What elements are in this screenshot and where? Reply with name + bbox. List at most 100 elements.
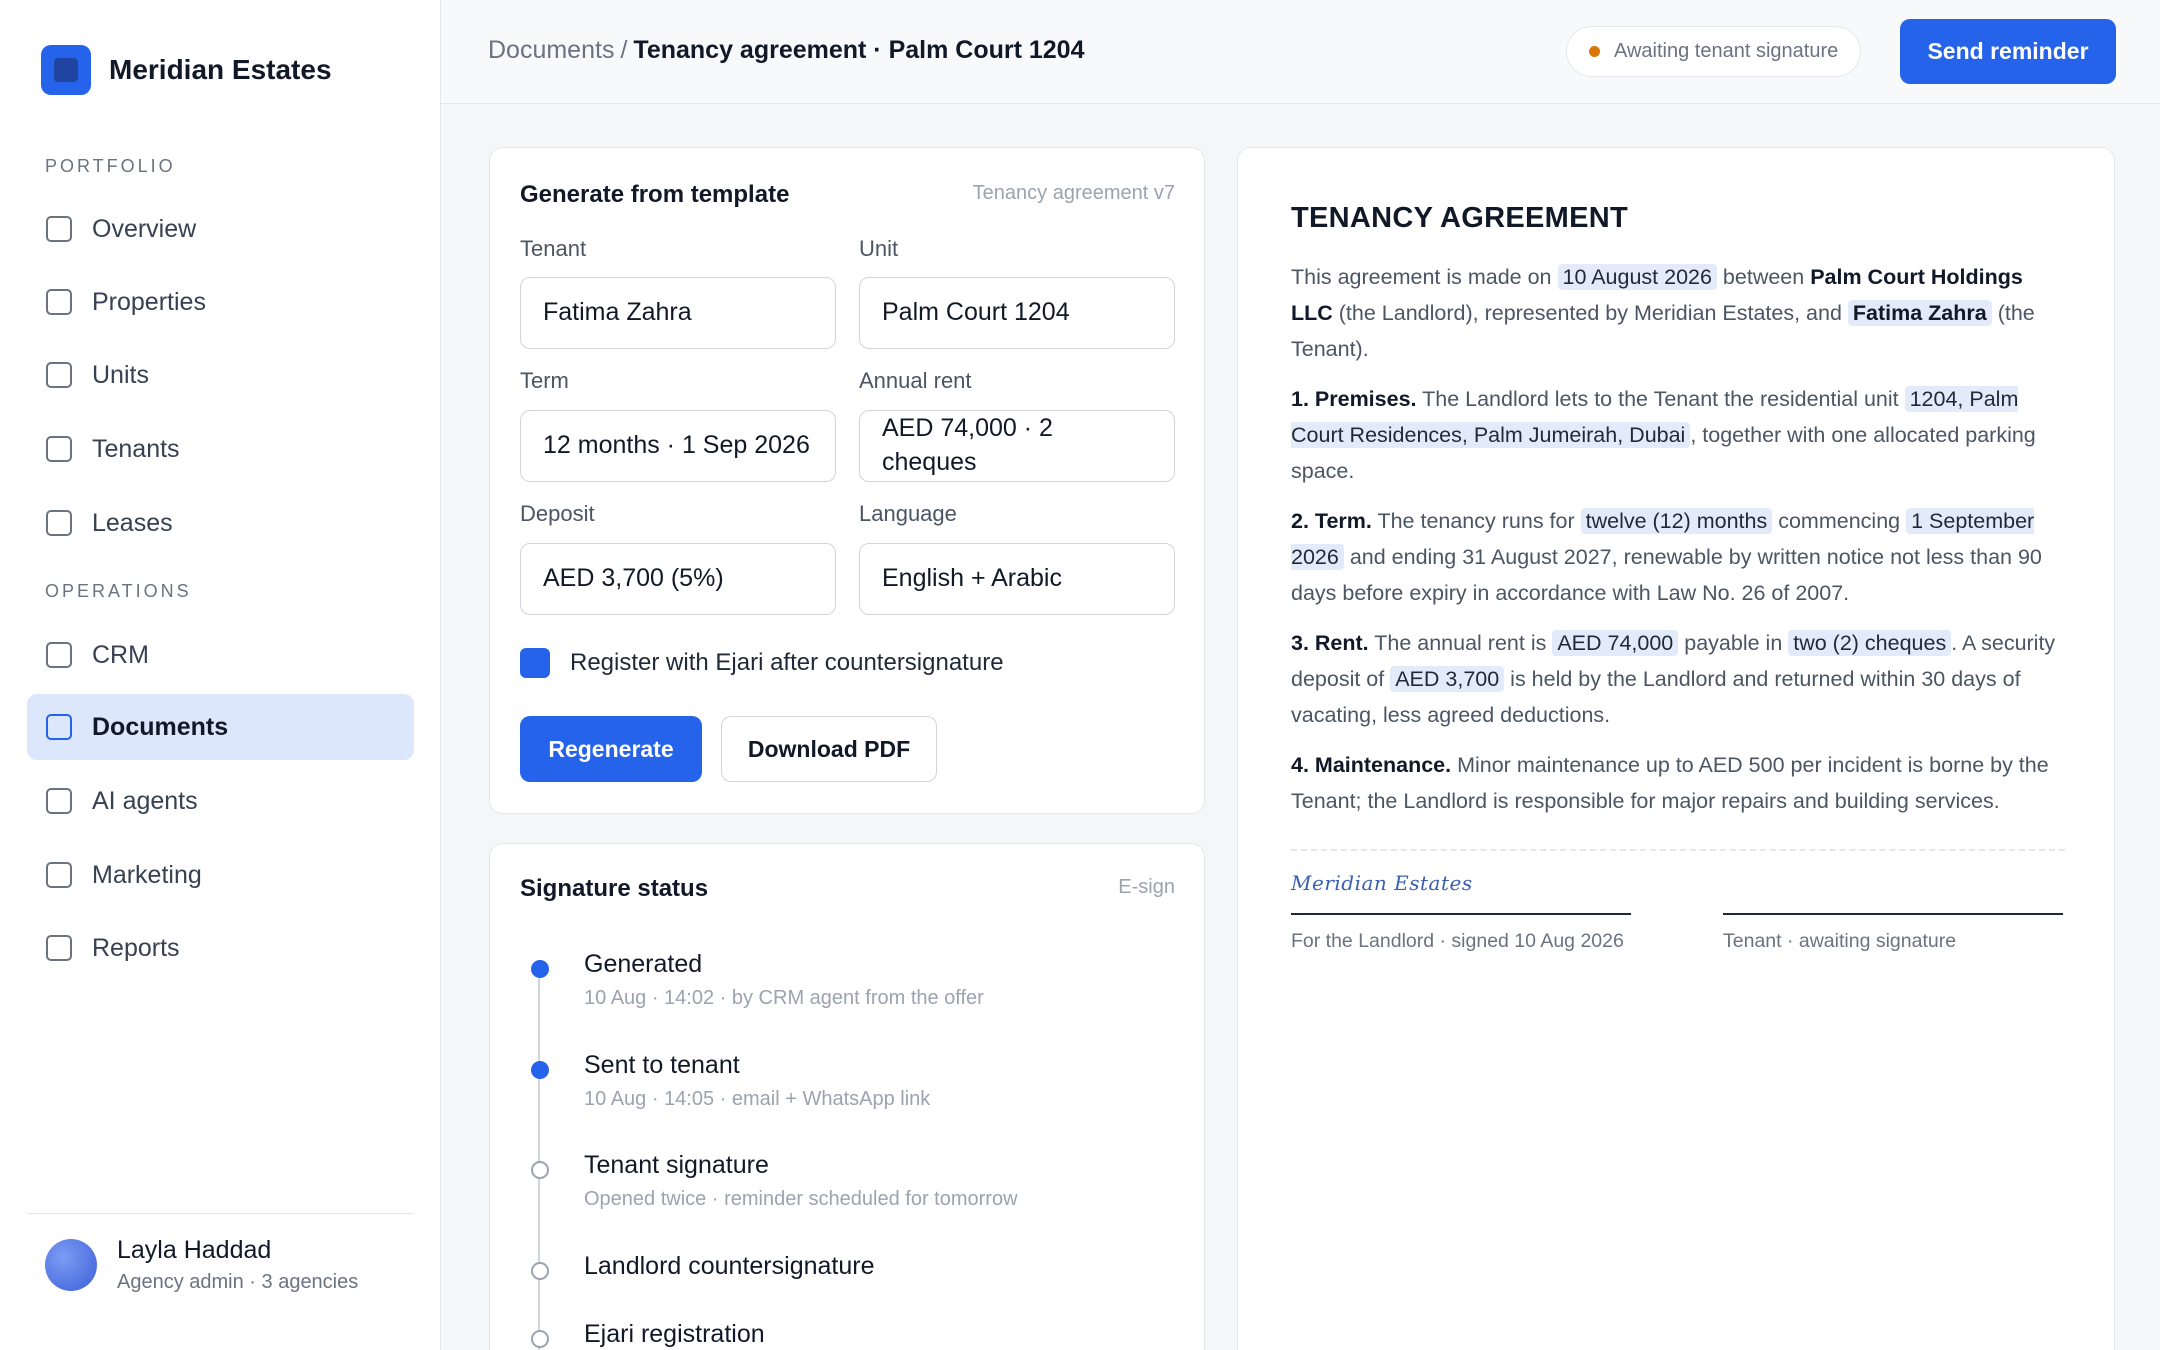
template-version: Tenancy agreement v7: [972, 182, 1175, 204]
tenant-signature-line: [1723, 913, 2063, 915]
sidebar-item-leases[interactable]: Leases: [27, 490, 414, 556]
sidebar-divider: [27, 1213, 414, 1214]
download-pdf-button[interactable]: Download PDF: [721, 716, 937, 782]
step-title: Tenant signature: [584, 1151, 769, 1179]
user-name: Layla Haddad: [117, 1236, 272, 1264]
timeline-step-generated: Generated 10 Aug · 14:02 · by CRM agent …: [520, 950, 984, 1010]
sidebar-item-label: Leases: [92, 508, 173, 537]
status-dot-icon: [1589, 46, 1600, 57]
field-tenant: Fatima Zahra: [1847, 300, 1992, 326]
sidebar-item-label: Documents: [92, 712, 229, 741]
brand-logo-icon: [41, 45, 91, 95]
clause-maintenance: 4. Maintenance. Minor maintenance up to …: [1291, 753, 2049, 813]
landlord-signature-caption: For the Landlord · signed 10 Aug 2026: [1291, 930, 1624, 952]
status-text: Awaiting tenant signature: [1614, 40, 1839, 62]
field-deposit: AED 3,700: [1390, 666, 1505, 692]
ejari-checkbox[interactable]: [520, 648, 550, 678]
landlord-signature: Meridian Estates: [1291, 871, 1473, 895]
step-detail: 10 Aug · 14:02 · by CRM agent from the o…: [584, 987, 984, 1009]
send-reminder-button[interactable]: Send reminder: [1900, 19, 2116, 84]
sidebar-item-label: Properties: [92, 287, 206, 316]
unit-field[interactable]: Palm Court 1204: [859, 277, 1175, 349]
step-complete-icon: [531, 1061, 549, 1079]
esign-label: E-sign: [1118, 876, 1175, 898]
sidebar-item-ai-agents[interactable]: AI agents: [27, 768, 414, 834]
annual-rent-label: Annual rent: [859, 368, 972, 393]
deposit-field[interactable]: AED 3,700 (5%): [520, 543, 836, 615]
leases-icon: [46, 510, 72, 536]
step-title: Generated: [584, 950, 703, 978]
clause-rent: 3. Rent. The annual rent is AED 74,000 p…: [1291, 630, 2056, 727]
user-role: Agency admin · 3 agencies: [117, 1271, 359, 1293]
topbar: Documents / Tenancy agreement · Palm Court…: [441, 0, 2160, 104]
tenant-signature-caption: Tenant · awaiting signature: [1723, 930, 1957, 952]
breadcrumb-current: Tenancy agreement · Palm Court 1204: [633, 36, 1085, 64]
breadcrumb-separator: /: [620, 36, 628, 64]
clause-premises: 1. Premises. The Landlord lets to the Te…: [1291, 386, 2036, 483]
status-badge: Awaiting tenant signature: [1566, 26, 1862, 77]
signature-status-card: Signature status E-sign Generated 10 Aug…: [489, 843, 1205, 1350]
document-preview: TENANCY AGREEMENT This agreement is made…: [1237, 147, 2115, 1350]
language-label: Language: [859, 501, 957, 526]
user-profile[interactable]: Layla Haddad Agency admin · 3 agencies: [45, 1236, 358, 1294]
step-detail: Opened twice · reminder scheduled for to…: [584, 1188, 1018, 1210]
regenerate-button[interactable]: Regenerate: [520, 716, 702, 782]
document-intro: This agreement is made on 10 August 2026…: [1291, 264, 2035, 361]
properties-icon: [46, 289, 72, 315]
field-term-length: twelve (12) months: [1580, 508, 1773, 534]
sidebar-item-reports[interactable]: Reports: [27, 915, 414, 981]
step-pending-icon: [531, 1262, 549, 1280]
crm-icon: [46, 642, 72, 668]
timeline-step-ejari: Ejari registration: [520, 1320, 765, 1349]
overview-icon: [46, 216, 72, 242]
step-title: Ejari registration: [584, 1320, 765, 1348]
timeline-step-sent: Sent to tenant 10 Aug · 14:05 · email + …: [520, 1051, 930, 1111]
language-field[interactable]: English + Arabic: [859, 543, 1175, 615]
tenant-field[interactable]: Fatima Zahra: [520, 277, 836, 349]
ejari-checkbox-row[interactable]: Register with Ejari after countersignatu…: [520, 648, 1004, 678]
sidebar-item-label: Tenants: [92, 434, 180, 463]
sidebar-item-crm[interactable]: CRM: [27, 622, 414, 688]
signature-block: Meridian Estates For the Landlord · sign…: [1291, 851, 2065, 1001]
units-icon: [46, 362, 72, 388]
term-field[interactable]: 12 months · 1 Sep 2026: [520, 410, 836, 482]
nav-section-operations: OPERATIONS: [45, 581, 192, 601]
generate-card-title: Generate from template: [520, 181, 790, 208]
step-pending-icon: [531, 1161, 549, 1179]
timeline-step-countersignature: Landlord countersignature: [520, 1252, 874, 1281]
sidebar-item-units[interactable]: Units: [27, 342, 414, 408]
breadcrumb-documents-link[interactable]: Documents: [488, 36, 614, 64]
timeline-step-tenant-signature: Tenant signature Opened twice · reminder…: [520, 1151, 1018, 1211]
clause-term: 2. Term. The tenancy runs for twelve (12…: [1291, 508, 2042, 605]
brand[interactable]: Meridian Estates: [41, 45, 332, 95]
annual-rent-field[interactable]: AED 74,000 · 2 cheques: [859, 410, 1175, 482]
sidebar-item-marketing[interactable]: Marketing: [27, 842, 414, 908]
sidebar-item-label: Reports: [92, 933, 180, 962]
ai-agents-icon: [46, 788, 72, 814]
sidebar-item-label: Marketing: [92, 860, 202, 889]
step-pending-icon: [531, 1330, 549, 1348]
sidebar-item-documents[interactable]: Documents: [27, 694, 414, 760]
sidebar-item-tenants[interactable]: Tenants: [27, 416, 414, 482]
unit-label: Unit: [859, 236, 899, 261]
document-title: TENANCY AGREEMENT: [1291, 202, 1629, 234]
term-label: Term: [520, 368, 569, 393]
field-cheques: two (2) cheques: [1788, 630, 1952, 656]
generate-card: Generate from template Tenancy agreement…: [489, 147, 1205, 814]
documents-icon: [46, 714, 72, 740]
document-body: TENANCY AGREEMENT This agreement is made…: [1291, 202, 2065, 1001]
sidebar-item-properties[interactable]: Properties: [27, 269, 414, 335]
nav-section-portfolio: PORTFOLIO: [45, 156, 176, 176]
ejari-checkbox-label: Register with Ejari after countersignatu…: [570, 649, 1004, 676]
avatar: [45, 1239, 97, 1291]
sidebar-item-overview[interactable]: Overview: [27, 196, 414, 262]
step-complete-icon: [531, 960, 549, 978]
sidebar-item-label: CRM: [92, 640, 149, 669]
sidebar-item-label: AI agents: [92, 786, 198, 815]
tenant-label: Tenant: [520, 236, 587, 261]
landlord-signature-line: [1291, 913, 1631, 915]
marketing-icon: [46, 862, 72, 888]
sidebar-item-label: Overview: [92, 214, 197, 243]
field-rent: AED 74,000: [1552, 630, 1679, 656]
sidebar-item-label: Units: [92, 360, 149, 389]
